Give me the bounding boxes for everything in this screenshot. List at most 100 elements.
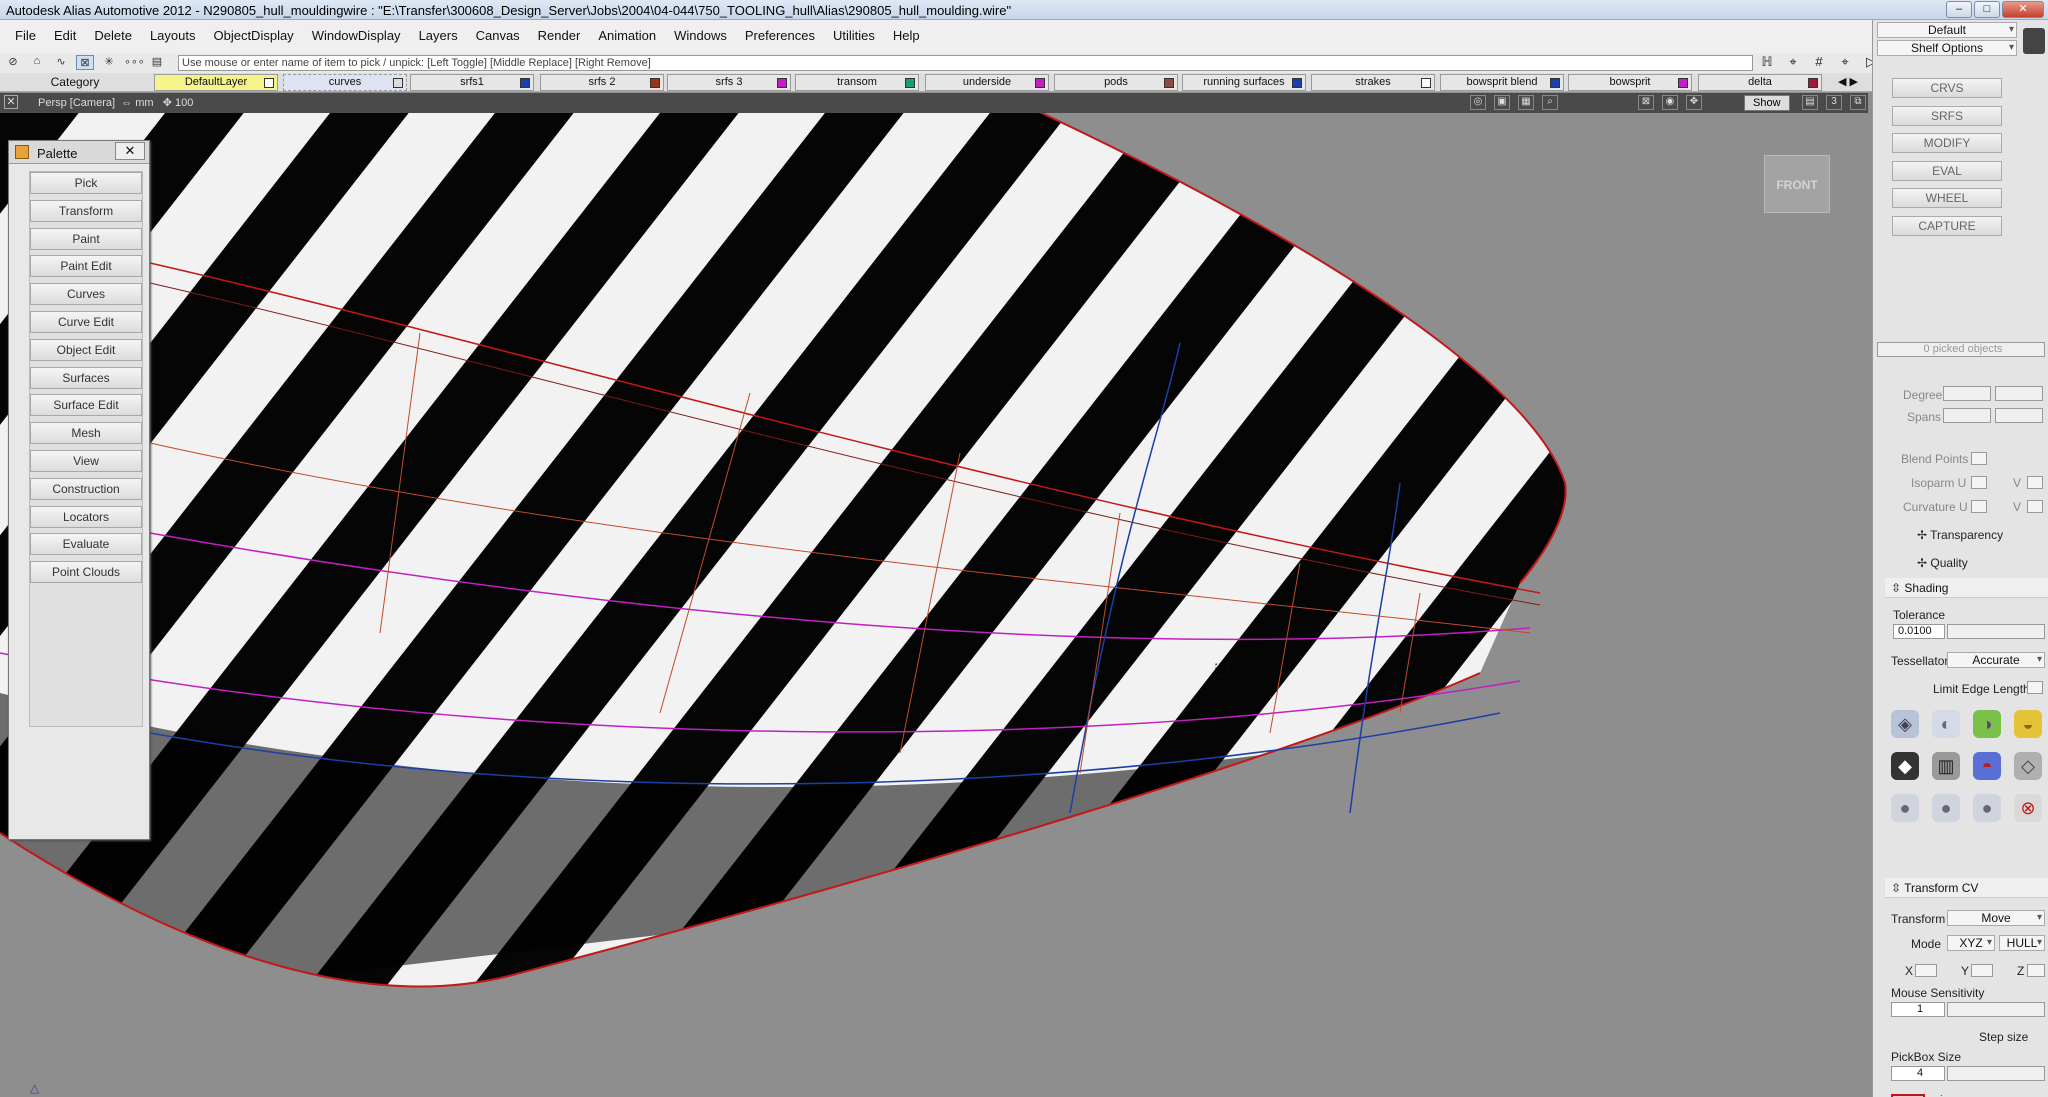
palette-construction[interactable]: Construction: [30, 477, 142, 500]
view-cube[interactable]: FRONT: [1764, 155, 1830, 213]
layer-color-swatch[interactable]: [393, 78, 403, 88]
transform-cv-section[interactable]: ⇳ Transform CV: [1885, 878, 2048, 898]
shelf-srfs[interactable]: SRFS: [1892, 105, 2002, 126]
shade-gray-icon[interactable]: ◇: [2014, 752, 2042, 780]
frame-icon[interactable]: ▦: [1518, 95, 1534, 110]
menu-help[interactable]: Help: [884, 28, 929, 43]
palette-evaluate[interactable]: Evaluate: [30, 533, 142, 556]
track-icon[interactable]: ✥: [1686, 95, 1702, 110]
shelf-crvs[interactable]: CRVS: [1892, 78, 2002, 98]
spans-field-2[interactable]: [1995, 408, 2043, 423]
layer-color-swatch[interactable]: [1421, 78, 1431, 88]
isoparm-v-checkbox[interactable]: [2027, 476, 2043, 489]
maximize-view-icon[interactable]: ⧉: [1850, 95, 1866, 110]
mouse-sensitivity-field[interactable]: 1: [1891, 1002, 1945, 1017]
shade-black-icon[interactable]: ◆: [1891, 752, 1919, 780]
shelf-options-dropdown[interactable]: Shelf Options: [1877, 40, 2017, 56]
mode-hull-dropdown[interactable]: HULL: [1999, 935, 2045, 951]
shading-section[interactable]: ⇳ Shading: [1885, 578, 2048, 598]
layer-color-swatch[interactable]: [1035, 78, 1045, 88]
degree-field-2[interactable]: [1995, 386, 2043, 401]
layer-color-swatch[interactable]: [1550, 78, 1560, 88]
limit-edge-checkbox[interactable]: [2027, 681, 2043, 694]
menu-file[interactable]: File: [6, 28, 45, 43]
snap-icon[interactable]: ✳: [100, 55, 118, 70]
grid-icon[interactable]: #: [1809, 54, 1829, 72]
show-button[interactable]: Show: [1744, 95, 1790, 111]
prompt-history-icon[interactable]: ▤: [148, 55, 166, 70]
menu-edit[interactable]: Edit: [45, 28, 85, 43]
palette-surface-edit[interactable]: Surface Edit: [30, 394, 142, 417]
layout-icon[interactable]: ▤: [1802, 95, 1818, 110]
palette-curve-edit[interactable]: Curve Edit: [30, 310, 142, 333]
layer-curves[interactable]: curves: [283, 74, 407, 91]
layer-color-swatch[interactable]: [905, 78, 915, 88]
pickbox-slider[interactable]: [1947, 1066, 2045, 1081]
layer-srfs-3[interactable]: srfs 3: [667, 74, 791, 91]
shade-multi-icon[interactable]: ◑: [1973, 710, 2001, 738]
y-field[interactable]: [1971, 964, 1993, 977]
palette-object-edit[interactable]: Object Edit: [30, 338, 142, 361]
palette-paint[interactable]: Paint: [30, 227, 142, 250]
palette-paint-edit[interactable]: Paint Edit: [30, 255, 142, 278]
palette-point-clouds[interactable]: Point Clouds: [30, 561, 142, 584]
degree-field[interactable]: [1943, 386, 1991, 401]
pick-icon[interactable]: ⊠: [76, 55, 94, 70]
layer-color-swatch[interactable]: [1292, 78, 1302, 88]
layer-color-swatch[interactable]: [777, 78, 787, 88]
palette-close-button[interactable]: ✕: [115, 142, 145, 160]
layer-defaultlayer[interactable]: DefaultLayer: [154, 74, 278, 91]
toggle-shade-icon[interactable]: ⊠: [1638, 95, 1654, 110]
isoparm-checkbox[interactable]: [1971, 476, 1987, 489]
layer-srfs-2[interactable]: srfs 2: [540, 74, 664, 91]
palette-pick[interactable]: Pick: [30, 172, 142, 194]
pickbox-field[interactable]: 4: [1891, 1066, 1945, 1081]
close-button[interactable]: ✕: [2002, 1, 2044, 18]
render-icon[interactable]: ▣: [1494, 95, 1510, 110]
layer-underside[interactable]: underside: [925, 74, 1049, 91]
close-view-icon[interactable]: ✕: [4, 95, 18, 109]
layer-scroll-arrows[interactable]: ◀ ▶: [1838, 75, 1858, 88]
camera-icon[interactable]: ◎: [1470, 95, 1486, 110]
new-icon[interactable]: ⊘: [4, 55, 22, 70]
layer-color-swatch[interactable]: [1164, 78, 1174, 88]
transform-dropdown[interactable]: Move: [1947, 910, 2045, 926]
layer-transom[interactable]: transom: [795, 74, 919, 91]
mouse-sensitivity-slider[interactable]: [1947, 1002, 2045, 1017]
dolly-icon[interactable]: ◉: [1662, 95, 1678, 110]
transparency-label[interactable]: ✢ Transparency: [1917, 528, 2003, 542]
shade-env3-icon[interactable]: ●: [1973, 794, 2001, 822]
menu-canvas[interactable]: Canvas: [467, 28, 529, 43]
layer-color-swatch[interactable]: [650, 78, 660, 88]
z-field[interactable]: [2027, 964, 2045, 977]
history-icon[interactable]: ℍ: [1757, 54, 1777, 72]
tessellator-dropdown[interactable]: Accurate: [1947, 652, 2045, 668]
layer-color-swatch[interactable]: [264, 78, 274, 88]
three-icon[interactable]: 3: [1826, 95, 1842, 110]
layer-color-swatch[interactable]: [520, 78, 530, 88]
maximize-button[interactable]: □: [1974, 1, 2000, 18]
prompt-line[interactable]: Use mouse or enter name of item to pick …: [178, 55, 1753, 71]
layer-srfs1[interactable]: srfs1: [410, 74, 534, 91]
shelf-preset-dropdown[interactable]: Default: [1877, 22, 2017, 38]
menu-delete[interactable]: Delete: [85, 28, 141, 43]
menu-render[interactable]: Render: [529, 28, 590, 43]
layer-color-swatch[interactable]: [1808, 78, 1818, 88]
palette-view[interactable]: View: [30, 449, 142, 472]
palette-transform[interactable]: Transform: [30, 199, 142, 222]
layer-bowsprit-blend[interactable]: bowsprit blend: [1440, 74, 1564, 91]
x-field[interactable]: [1915, 964, 1937, 977]
curvature-v-checkbox[interactable]: [2027, 500, 2043, 513]
blend-points-checkbox[interactable]: [1971, 452, 1987, 465]
menu-preferences[interactable]: Preferences: [736, 28, 824, 43]
layer-category[interactable]: Category: [0, 73, 150, 92]
shelf-capture[interactable]: CAPTURE: [1892, 215, 2002, 236]
menu-layers[interactable]: Layers: [410, 28, 467, 43]
shade-gold-icon[interactable]: ◒: [2014, 710, 2042, 738]
menu-windows[interactable]: Windows: [665, 28, 736, 43]
zoom-icon[interactable]: ⌕: [1542, 95, 1558, 110]
mode-dropdown[interactable]: XYZ: [1947, 935, 1995, 951]
menu-animation[interactable]: Animation: [589, 28, 665, 43]
menu-windowdisplay[interactable]: WindowDisplay: [303, 28, 410, 43]
trash-icon[interactable]: [2023, 28, 2045, 54]
